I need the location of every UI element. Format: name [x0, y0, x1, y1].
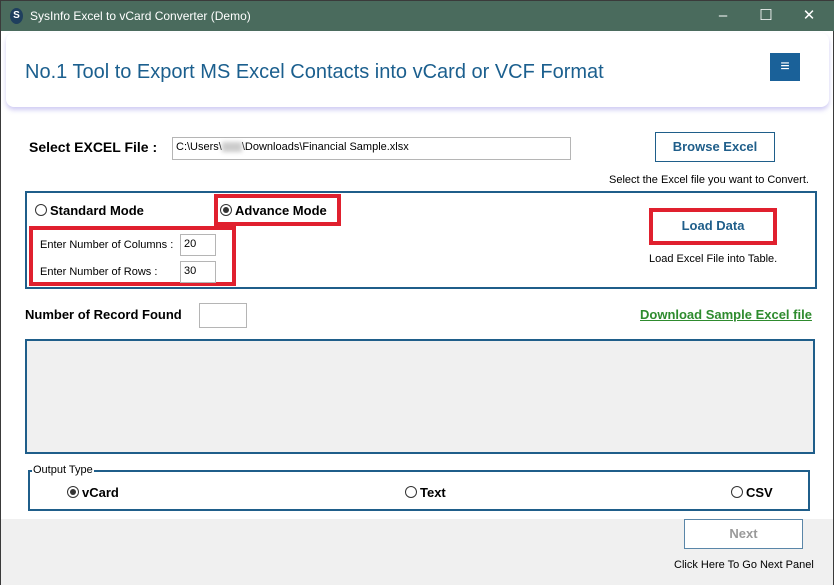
- load-hint: Load Excel File into Table.: [649, 253, 778, 265]
- rows-input[interactable]: 30: [180, 261, 216, 283]
- header-banner: No.1 Tool to Export MS Excel Contacts in…: [6, 33, 829, 107]
- output-text-radio[interactable]: Text: [405, 485, 446, 500]
- standard-mode-radio[interactable]: Standard Mode: [35, 203, 144, 218]
- hamburger-icon: ≡: [780, 58, 790, 75]
- radio-icon: [731, 486, 743, 498]
- standard-mode-label: Standard Mode: [50, 203, 144, 218]
- records-count-field: [199, 303, 247, 328]
- maximize-button[interactable]: ☐: [751, 5, 781, 27]
- advance-mode-radio[interactable]: Advance Mode: [220, 203, 327, 218]
- select-file-label: Select EXCEL File :: [29, 139, 158, 155]
- radio-icon: [405, 486, 417, 498]
- columns-label: Enter Number of Columns :: [40, 239, 174, 251]
- next-button[interactable]: Next: [684, 519, 803, 549]
- output-vcard-radio[interactable]: vCard: [67, 485, 119, 500]
- page-title: No.1 Tool to Export MS Excel Contacts in…: [25, 61, 604, 83]
- menu-button[interactable]: ≡: [770, 53, 800, 81]
- records-label: Number of Record Found: [25, 307, 182, 322]
- browse-hint: Select the Excel file you want to Conver…: [609, 174, 809, 186]
- redacted-username: [221, 142, 242, 153]
- app-logo-icon: S: [10, 8, 23, 24]
- minimize-button[interactable]: –: [708, 5, 738, 27]
- radio-selected-icon: [220, 204, 232, 216]
- data-table-area[interactable]: [25, 339, 815, 454]
- close-button[interactable]: ✕: [794, 5, 824, 27]
- window-title: SysInfo Excel to vCard Converter (Demo): [30, 9, 251, 23]
- browse-excel-button[interactable]: Browse Excel: [655, 132, 775, 162]
- path-suffix: \Downloads\Financial Sample.xlsx: [241, 141, 409, 153]
- download-sample-link[interactable]: Download Sample Excel file: [640, 307, 812, 322]
- radio-icon: [35, 204, 47, 216]
- path-prefix: C:\Users\: [176, 141, 222, 153]
- columns-input[interactable]: 20: [180, 234, 216, 256]
- next-hint: Click Here To Go Next Panel: [674, 559, 814, 571]
- radio-selected-icon: [67, 486, 79, 498]
- rows-label: Enter Number of Rows :: [40, 266, 158, 278]
- csv-label: CSV: [746, 485, 773, 500]
- title-bar: S SysInfo Excel to vCard Converter (Demo…: [1, 1, 834, 31]
- text-label: Text: [420, 485, 446, 500]
- output-csv-radio[interactable]: CSV: [731, 485, 773, 500]
- app-window: S SysInfo Excel to vCard Converter (Demo…: [0, 0, 834, 585]
- load-data-button[interactable]: Load Data: [654, 212, 772, 241]
- vcard-label: vCard: [82, 485, 119, 500]
- output-type-legend: Output Type: [32, 464, 94, 476]
- file-path-input[interactable]: C:\Users\ \Downloads\Financial Sample.xls…: [172, 137, 571, 160]
- advance-mode-label: Advance Mode: [235, 203, 327, 218]
